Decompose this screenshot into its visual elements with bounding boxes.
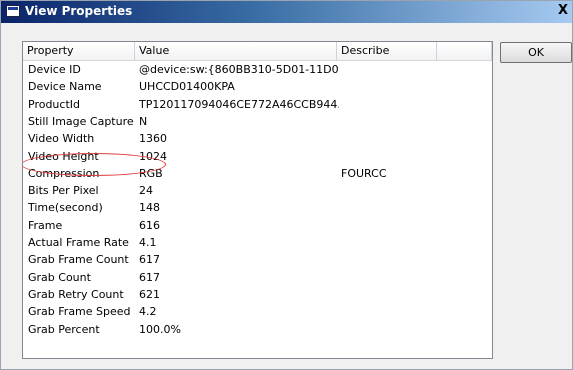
row-value: UHCCD01400KPA xyxy=(139,80,235,94)
list-item[interactable]: Grab Frame Count 617 xyxy=(23,251,492,268)
row-describe xyxy=(341,199,437,216)
row-value: 621 xyxy=(139,287,160,301)
row-describe xyxy=(341,113,437,130)
row-property: Grab Frame Count xyxy=(28,253,129,267)
row-value: TP120117094046CE772A46CCB944... xyxy=(139,97,339,111)
list-item[interactable]: Grab Frame Speed 4.2 xyxy=(23,303,492,320)
list-item[interactable]: Grab Retry Count 621 xyxy=(23,286,492,303)
row-value: 1024 xyxy=(139,149,167,163)
list-item[interactable]: Grab Percent 100.0% xyxy=(23,321,492,338)
ok-button[interactable]: OK xyxy=(500,42,572,63)
close-button[interactable]: X xyxy=(556,1,570,21)
row-value: RGB xyxy=(139,166,163,180)
row-describe xyxy=(341,234,437,251)
window-app-icon xyxy=(6,5,20,17)
row-property: Compression xyxy=(28,166,100,180)
window-title: View Properties xyxy=(25,4,133,18)
row-property: ProductId xyxy=(28,97,80,111)
row-value: 148 xyxy=(139,201,160,215)
list-item[interactable]: Grab Count 617 xyxy=(23,269,492,286)
column-header-property[interactable]: Property xyxy=(23,42,135,60)
row-property: Grab Count xyxy=(28,270,91,284)
row-property: Grab Retry Count xyxy=(28,287,124,301)
row-value: 1360 xyxy=(139,132,167,146)
list-item[interactable]: Frame 616 xyxy=(23,217,492,234)
row-property: Grab Percent xyxy=(28,322,100,336)
row-describe xyxy=(341,269,437,286)
row-value: 4.2 xyxy=(139,305,157,319)
row-property: Actual Frame Rate xyxy=(28,236,129,249)
row-describe: FOURCC xyxy=(341,166,387,180)
list-item[interactable]: Device Name UHCCD01400KPA xyxy=(23,78,492,95)
list-item[interactable]: Still Image Capture N xyxy=(23,113,492,130)
row-describe xyxy=(341,61,437,78)
row-property: Bits Per Pixel xyxy=(28,184,99,198)
row-property: Device Name xyxy=(28,80,102,94)
row-property: Video Width xyxy=(28,132,95,146)
row-value: 616 xyxy=(139,218,160,232)
row-property: Device ID xyxy=(28,63,81,76)
list-item[interactable]: Compression RGB FOURCC xyxy=(23,165,492,182)
row-describe xyxy=(341,182,437,199)
row-value: @device:sw:{860BB310-5D01-11D0... xyxy=(139,63,339,76)
list-item[interactable]: ProductId TP120117094046CE772A46CCB944... xyxy=(23,96,492,113)
title-bar[interactable]: View Properties X xyxy=(1,1,572,23)
row-property: Time(second) xyxy=(28,201,103,215)
row-value: 4.1 xyxy=(139,236,157,249)
row-describe xyxy=(341,286,437,303)
row-value: N xyxy=(139,114,148,128)
row-value: 24 xyxy=(139,184,153,198)
properties-list[interactable]: Property Value Describe Device ID @device… xyxy=(22,41,493,359)
row-describe xyxy=(341,303,437,320)
row-property: Frame xyxy=(28,218,63,232)
row-describe xyxy=(341,321,437,338)
row-describe xyxy=(341,78,437,95)
row-property: Video Height xyxy=(28,149,99,163)
row-value: 617 xyxy=(139,270,160,284)
row-describe xyxy=(341,217,437,234)
row-value: 100.0% xyxy=(139,322,181,336)
column-header-extra[interactable] xyxy=(437,42,492,60)
list-item[interactable]: Bits Per Pixel 24 xyxy=(23,182,492,199)
list-item[interactable]: Time(second) 148 xyxy=(23,199,492,216)
row-describe xyxy=(341,96,437,113)
row-value: 617 xyxy=(139,253,160,267)
row-property: Grab Frame Speed xyxy=(28,305,131,319)
row-property: Still Image Capture xyxy=(28,114,134,128)
list-item[interactable]: Video Width 1360 xyxy=(23,130,492,147)
list-header: Property Value Describe xyxy=(23,42,492,61)
list-item[interactable]: Video Height 1024 xyxy=(23,148,492,165)
list-item[interactable]: Actual Frame Rate 4.1 xyxy=(23,234,492,251)
row-describe xyxy=(341,130,437,147)
row-describe xyxy=(341,148,437,165)
view-properties-dialog: View Properties X Property Value Describ… xyxy=(0,0,573,370)
column-header-value[interactable]: Value xyxy=(135,42,337,60)
row-describe xyxy=(341,251,437,268)
list-item[interactable]: Device ID @device:sw:{860BB310-5D01-11D0.… xyxy=(23,61,492,78)
column-header-describe[interactable]: Describe xyxy=(337,42,437,60)
